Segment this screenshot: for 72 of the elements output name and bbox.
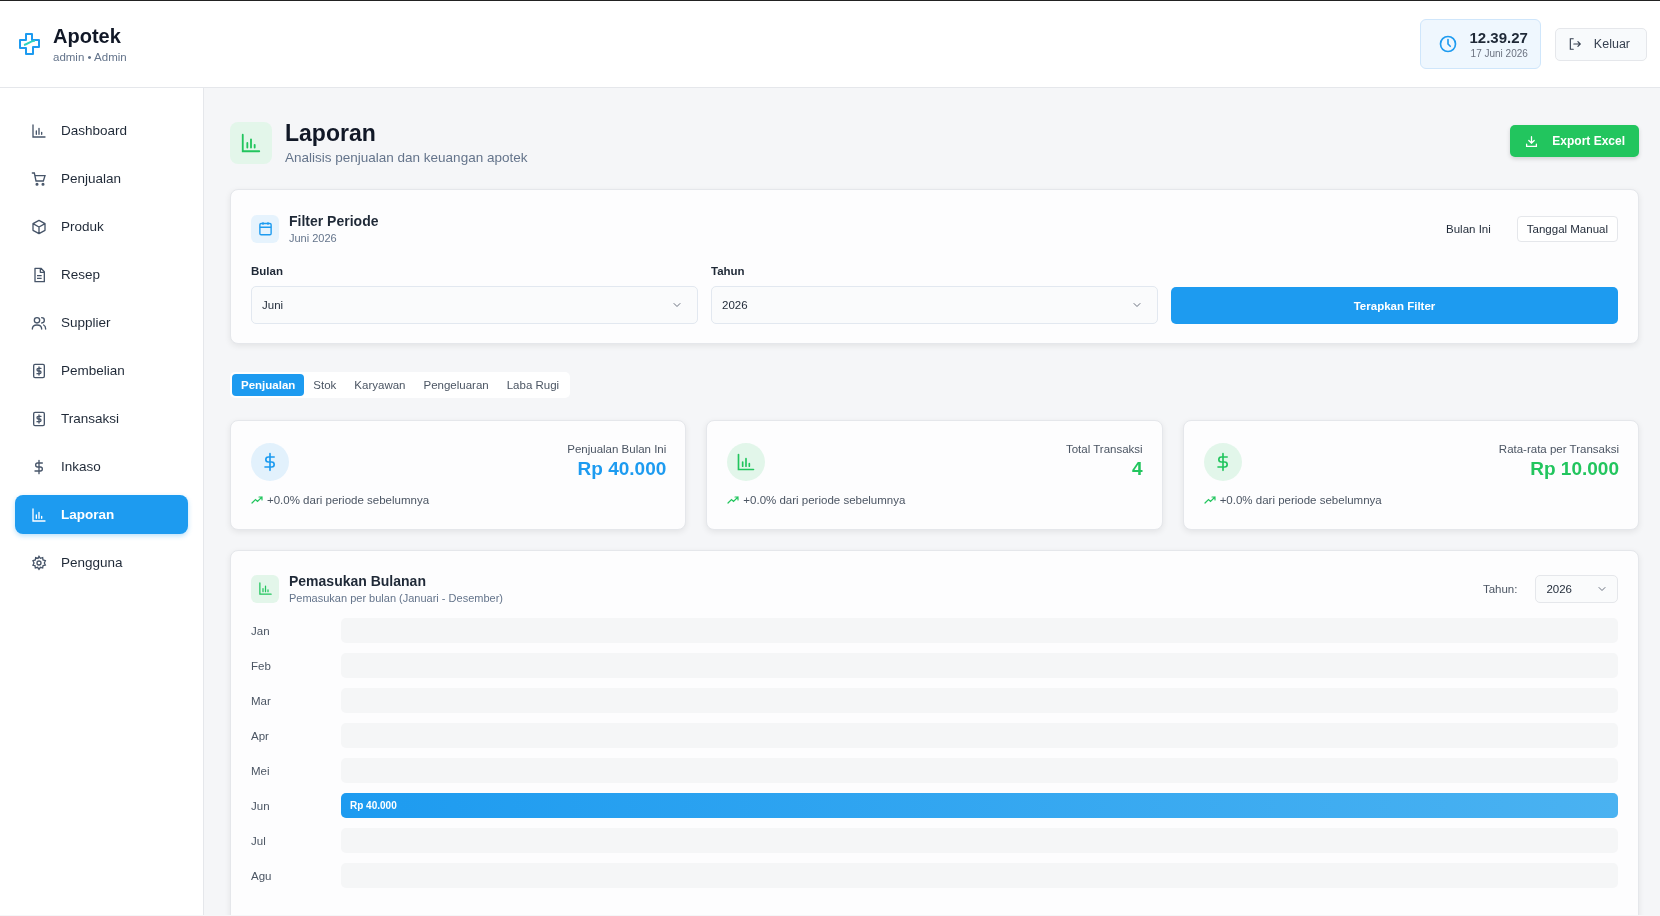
download-icon <box>1525 134 1539 148</box>
clock-date: 17 Juni 2026 <box>1469 48 1528 59</box>
month-label: Jan <box>251 624 271 637</box>
app-title: Apotek <box>53 25 122 48</box>
month-label: Jul <box>251 834 267 847</box>
month-label: Mei <box>251 764 271 777</box>
filter-subtitle: Juni 2026 <box>289 232 338 244</box>
stat-value: 4 <box>1131 458 1143 480</box>
page-subtitle: Analisis penjualan dan keuangan apotek <box>285 150 528 165</box>
filter-title: Filter Periode <box>289 213 379 229</box>
year-label: Tahun: <box>1482 582 1518 595</box>
stat-value: Rp 10.000 <box>1529 458 1619 480</box>
mode-toggle[interactable]: Bulan Ini <box>1436 215 1501 242</box>
nav-item[interactable]: Inkaso <box>15 447 188 486</box>
change-text: +0.0% dari periode sebelumnya <box>1219 494 1382 506</box>
chart-title: Pemasukan Bulanan <box>289 573 427 589</box>
year-select[interactable]: 2026 <box>1535 574 1618 603</box>
nav-item[interactable]: Transaksi <box>15 399 188 438</box>
tab[interactable]: Pengeluaran <box>414 374 498 396</box>
clock-time: 12.39.27 <box>1469 29 1528 46</box>
nav-item[interactable]: Supplier <box>15 303 188 342</box>
dollar-icon <box>1203 443 1242 481</box>
bar-value: Rp 40.000 <box>350 800 397 811</box>
nav-item[interactable]: Pengguna <box>15 543 188 582</box>
change-text: +0.0% dari periode sebelumnya <box>743 494 906 506</box>
month-label: Agu <box>251 869 273 882</box>
chart-icon <box>251 574 279 603</box>
trend-up-icon <box>727 494 740 506</box>
month-label: Jun <box>251 799 271 812</box>
nav-item[interactable]: Dashboard <box>15 111 188 150</box>
trend-up-icon <box>1203 494 1216 506</box>
dollar-icon <box>251 443 289 481</box>
stat-label: Rata-rata per Transaksi <box>1498 443 1619 455</box>
box-icon <box>31 218 47 235</box>
nav-item[interactable]: Penjualan <box>15 159 188 198</box>
field-label: Tahun <box>711 265 746 277</box>
year-select[interactable]: 2026 <box>711 286 1158 324</box>
receipt-icon <box>31 362 47 379</box>
month-select[interactable]: Juni <box>251 286 698 324</box>
chart-icon <box>230 121 272 164</box>
nav-item[interactable]: Produk <box>15 207 188 246</box>
logo-icon <box>18 32 42 56</box>
logout-icon <box>1567 37 1582 51</box>
chart-icon <box>727 443 766 481</box>
month-label: Mar <box>251 694 272 707</box>
users-icon <box>31 314 47 331</box>
tab[interactable]: Laba Rugi <box>497 374 569 396</box>
nav-item[interactable]: Resep <box>15 255 188 294</box>
clock-icon <box>1439 35 1458 53</box>
logout-button[interactable]: Keluar <box>1554 27 1647 61</box>
change-text: +0.0% dari periode sebelumnya <box>267 494 430 506</box>
page-title: Laporan <box>285 120 377 147</box>
stat-label: Total Transaksi <box>1065 443 1143 455</box>
chart-icon <box>31 506 47 523</box>
settings-icon <box>31 554 47 571</box>
trend-up-icon <box>251 494 263 506</box>
document-icon <box>31 266 47 283</box>
stat-label: Penjualan Bulan Ini <box>567 443 667 455</box>
receipt-icon <box>31 410 47 427</box>
mode-toggle[interactable]: Tanggal Manual <box>1516 215 1618 242</box>
cart-icon <box>31 170 47 187</box>
user-role: admin • Admin <box>53 51 127 63</box>
chart-icon <box>31 122 47 139</box>
nav-item[interactable]: Pembelian <box>15 351 188 390</box>
chart-subtitle: Pemasukan per bulan (Januari - Desember) <box>289 592 503 604</box>
field-label: Bulan <box>251 265 284 277</box>
month-label: Feb <box>251 659 272 672</box>
calendar-icon <box>251 214 279 243</box>
tab[interactable]: Karyawan <box>345 374 415 396</box>
tab[interactable]: Stok <box>304 374 346 396</box>
stat-value: Rp 40.000 <box>576 458 667 480</box>
month-label: Apr <box>251 729 270 742</box>
